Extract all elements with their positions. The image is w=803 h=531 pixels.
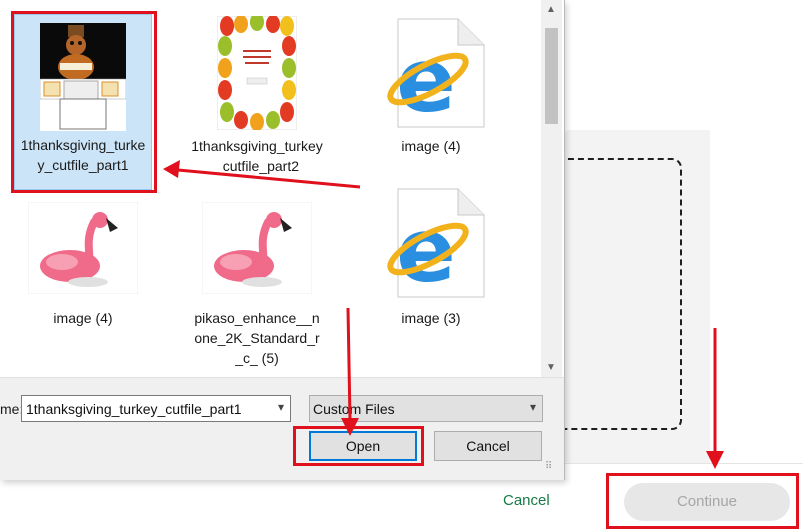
annotation-arrows [163,160,724,469]
annotation-arrowhead [163,160,180,178]
annotation-arrow-to-open [346,307,352,421]
annotation-arrowhead [341,418,359,436]
annotation-arrow-to-file [177,168,361,189]
annotation-arrowhead [706,451,724,469]
